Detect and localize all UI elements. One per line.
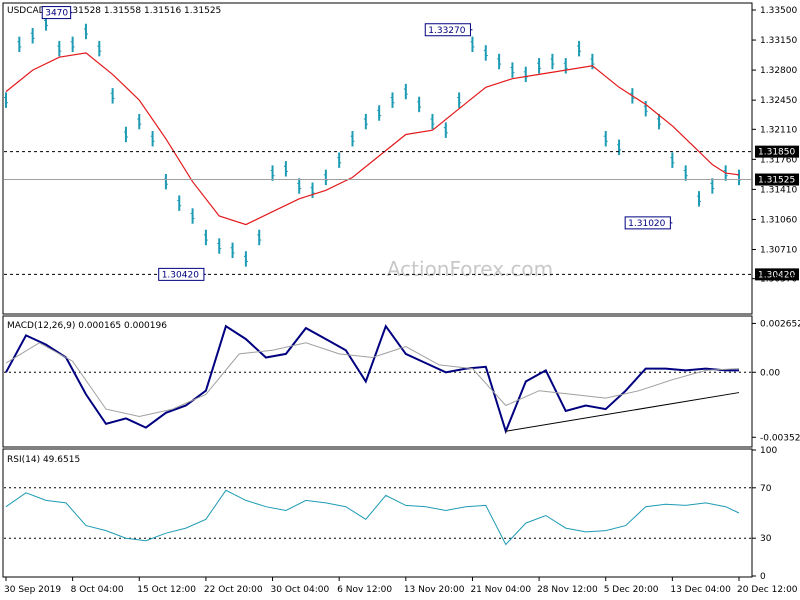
current-price-label: 1.31525: [758, 176, 795, 186]
x-tick-label: 30 Sep 2019: [4, 585, 61, 595]
rsi-panel-title: RSI(14) 49.6515: [7, 455, 80, 465]
price-y-tick-label: 1.32450: [760, 96, 797, 106]
x-tick-label: 22 Oct 20:00: [204, 585, 263, 595]
x-tick-label: 6 Nov 12:00: [337, 585, 392, 595]
annotation-label: 1.33270: [428, 26, 465, 36]
price-y-tick-label: 1.31410: [760, 185, 797, 195]
annotation-label: 1.31020: [628, 219, 665, 229]
macd-y-tick-label: 0.00: [760, 368, 780, 378]
macd-panel-title: MACD(12,26,9) 0.000165 0.000196: [7, 321, 167, 331]
x-tick-label: 28 Nov 12:00: [537, 585, 598, 595]
price-y-tick-label: 1.32110: [760, 125, 797, 135]
x-tick-label: 20 Dec 12:00: [737, 585, 798, 595]
price-y-tick-label: 1.30370: [760, 275, 797, 285]
chart-canvas: USDCAD,H4 1.31528 1.31558 1.31516 1.3152…: [0, 0, 800, 600]
rsi-y-tick-label: 70: [760, 484, 772, 494]
x-tick-label: 30 Oct 04:00: [271, 585, 330, 595]
price-y-tick-label: 1.31060: [760, 215, 797, 225]
x-tick-label: 8 Oct 04:00: [71, 585, 124, 595]
price-y-tick-label: 1.33150: [760, 36, 797, 46]
price-y-tick-label: 1.33500: [760, 6, 797, 16]
x-tick-label: 5 Dec 20:00: [604, 585, 659, 595]
x-tick-label: 13 Nov 20:00: [404, 585, 465, 595]
rsi-y-tick-label: 100: [760, 446, 777, 456]
annotation-label: 1.30420: [162, 270, 199, 280]
rsi-y-tick-label: 30: [760, 534, 772, 544]
x-tick-label: 15 Oct 12:00: [137, 585, 196, 595]
rsi-y-tick-label: 0: [760, 572, 766, 582]
price-panel-title: USDCAD,H4 1.31528 1.31558 1.31516 1.3152…: [7, 6, 221, 16]
macd-y-tick-label: -0.003526: [760, 433, 800, 443]
annotation-label: 3470: [45, 9, 68, 19]
x-tick-label: 13 Dec 04:00: [670, 585, 731, 595]
price-y-tick-label: 1.32800: [760, 66, 797, 76]
macd-y-tick-label: 0.002652: [760, 319, 800, 329]
x-tick-label: 21 Nov 04:00: [470, 585, 531, 595]
price-y-tick-label: 1.31760: [760, 155, 797, 165]
watermark: ActionForex.com: [387, 257, 553, 281]
price-y-tick-label: 1.30710: [760, 245, 797, 255]
